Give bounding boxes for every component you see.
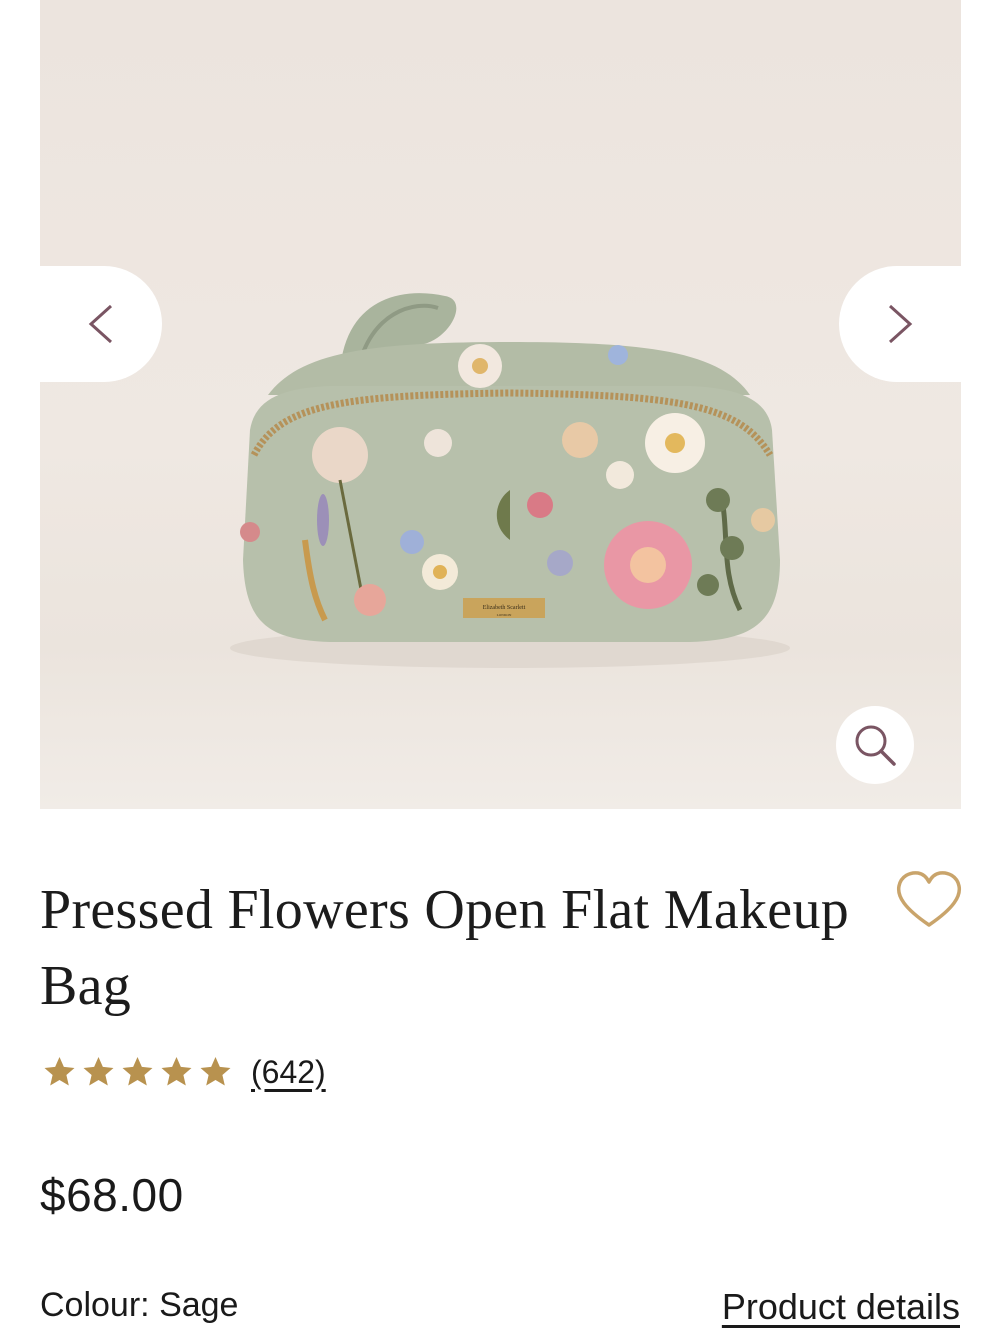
product-price: $68.00	[40, 1169, 184, 1221]
colour-value: Sage	[159, 1286, 239, 1324]
brand-plate-subtext: LONDON	[497, 613, 512, 617]
rating-stars	[40, 1054, 235, 1090]
gallery-prev-button[interactable]	[40, 266, 162, 382]
zoom-button[interactable]	[836, 706, 914, 784]
product-title: Pressed Flowers Open Flat Makeup Bag	[40, 879, 850, 1017]
colour-label: Colour:	[40, 1286, 150, 1324]
product-image: Elizabeth Scarlett LONDON	[230, 293, 790, 668]
star-icon	[161, 1057, 192, 1086]
star-icon	[200, 1057, 231, 1086]
star-icon	[122, 1057, 153, 1086]
search-icon	[855, 725, 896, 766]
product-rating: (642)	[40, 1050, 326, 1094]
product-image-gallery: Elizabeth Scarlett LONDON	[40, 0, 961, 809]
heart-icon	[896, 871, 962, 927]
colour-selection: Colour: Sage	[40, 1286, 238, 1325]
star-icon	[83, 1057, 114, 1086]
brand-plate-text: Elizabeth Scarlett	[483, 605, 526, 611]
product-details-link[interactable]: Product details	[722, 1286, 960, 1328]
reviews-count-link[interactable]: (642)	[251, 1054, 326, 1091]
wishlist-button[interactable]	[892, 868, 966, 932]
star-icon	[44, 1057, 75, 1086]
gallery-next-button[interactable]	[839, 266, 961, 382]
chevron-right-icon	[888, 304, 913, 344]
chevron-left-icon	[88, 304, 113, 344]
